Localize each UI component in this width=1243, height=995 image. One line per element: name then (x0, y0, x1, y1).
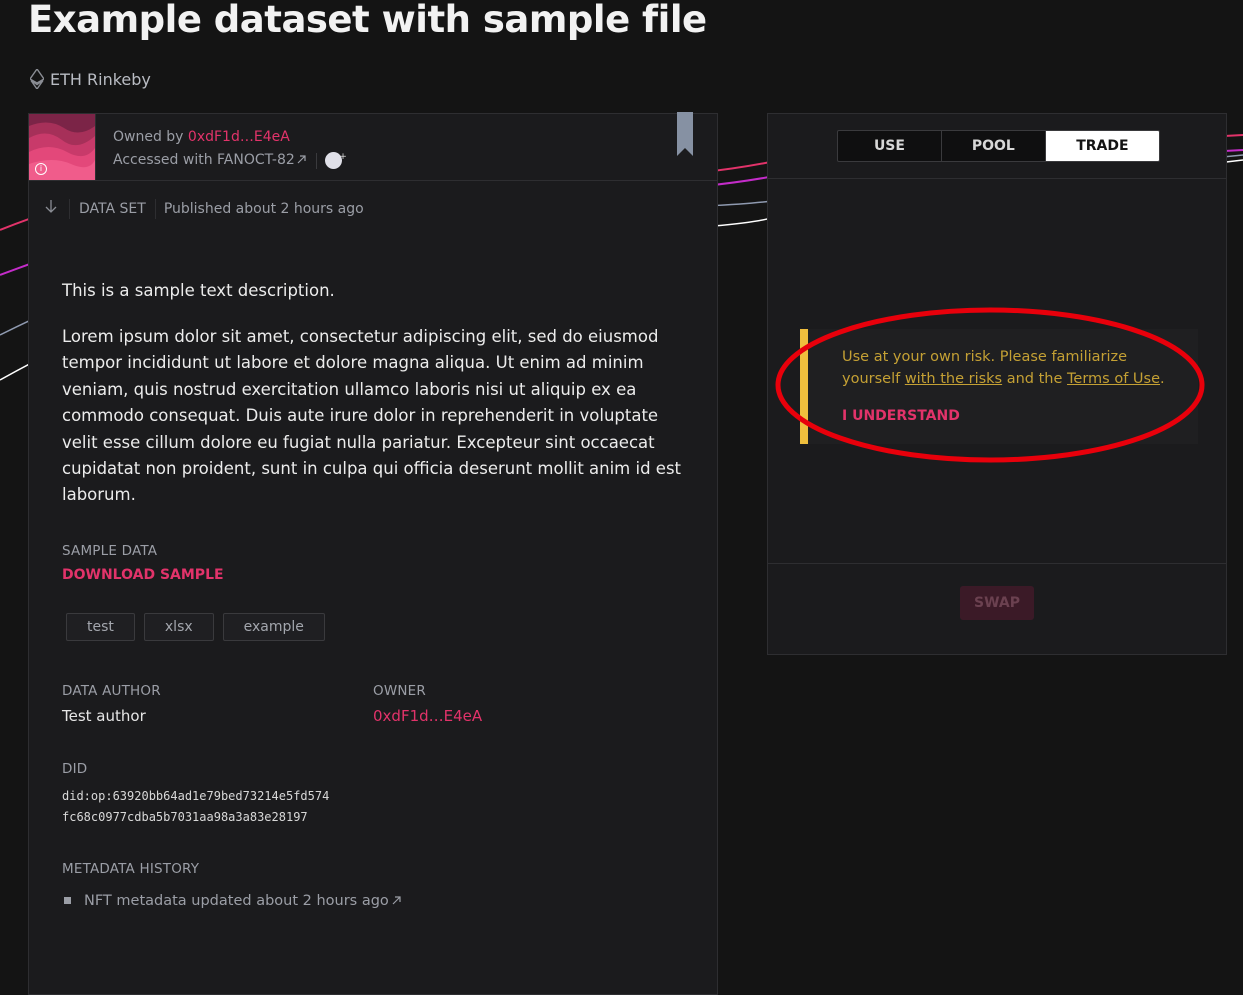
asset-details-card: i Owned by 0xdF1d…E4eA Accessed with FAN… (28, 112, 718, 995)
accessed-with-link[interactable]: Accessed with FANOCT-82 (113, 149, 295, 172)
arrow-down-icon (45, 200, 57, 218)
external-link-icon[interactable] (297, 149, 306, 172)
sample-data-label: SAMPLE DATA (62, 542, 158, 559)
asset-meta-row: DATA SET Published about 2 hours ago (29, 181, 717, 237)
tag[interactable]: test (66, 612, 135, 641)
tab-bar: USE POOL TRADE (768, 114, 1226, 179)
asset-content: This is a sample text description. Lorem… (29, 278, 717, 909)
page-title: Example dataset with sample file (28, 0, 707, 41)
did-label: DID (62, 760, 88, 777)
tag[interactable]: xlsx (143, 612, 214, 641)
authors-section: DATA AUTHOR Test author OWNER 0xdF1d…E4e… (62, 683, 684, 725)
did-line-2: fc68c0977cdba5b7031aa98a3a83e28197 (62, 809, 308, 824)
nft-badge-icon[interactable] (324, 146, 347, 169)
description-short: This is a sample text description. (62, 281, 335, 300)
trade-card: USE POOL TRADE Use at your own risk. Ple… (767, 113, 1227, 655)
data-author-label: DATA AUTHOR (62, 682, 161, 699)
network-indicator: ETH Rinkeby (30, 69, 151, 89)
tag-list: test xlsx example (66, 612, 684, 641)
history-item-text[interactable]: NFT metadata updated about 2 hours ago (84, 893, 389, 909)
swap-button[interactable]: SWAP (960, 586, 1034, 620)
external-link-icon[interactable] (392, 893, 401, 909)
bullet-icon (64, 897, 71, 905)
download-sample-button[interactable]: DOWNLOAD SAMPLE (62, 567, 684, 583)
owned-by-label: Owned by (113, 129, 184, 145)
network-name: ETH Rinkeby (50, 69, 151, 89)
tab-trade[interactable]: TRADE (1045, 131, 1159, 161)
warning-suffix: . (1160, 371, 1165, 387)
i-understand-button[interactable]: I UNDERSTAND (842, 408, 960, 424)
warning-mid: and the (1002, 371, 1068, 387)
owner-row: i Owned by 0xdF1d…E4eA Accessed with FAN… (29, 112, 717, 181)
published-date: Published about 2 hours ago (163, 201, 364, 217)
tabs: USE POOL TRADE (837, 130, 1160, 162)
tab-use[interactable]: USE (838, 131, 942, 161)
risk-warning: Use at your own risk. Please familiarize… (800, 329, 1198, 444)
asset-type: DATA SET (79, 201, 146, 217)
owner-address-link[interactable]: 0xdF1d…E4eA (188, 129, 290, 145)
metadata-history-label: METADATA HISTORY (62, 860, 200, 877)
ethereum-icon (30, 69, 44, 89)
did-line-1: did:op:63920bb64ad1e79bed73214e5fd574 (62, 788, 330, 803)
did-value: did:op:63920bb64ad1e79bed73214e5fd574 fc… (62, 786, 684, 828)
info-icon[interactable]: i (35, 163, 47, 175)
terms-of-use-link[interactable]: Terms of Use (1067, 371, 1160, 387)
owner-info: Owned by 0xdF1d…E4eA Accessed with FANOC… (96, 114, 347, 180)
risks-link[interactable]: with the risks (905, 371, 1002, 387)
data-author-value: Test author (62, 706, 146, 725)
warning-text: Use at your own risk. Please familiarize… (842, 346, 1172, 390)
owner-label: OWNER (373, 682, 426, 699)
tag[interactable]: example (222, 612, 325, 641)
divider (768, 563, 1226, 564)
description-long: Lorem ipsum dolor sit amet, consectetur … (62, 327, 682, 505)
history-item[interactable]: NFT metadata updated about 2 hours ago (62, 893, 684, 909)
owner-value-link[interactable]: 0xdF1d…E4eA (373, 707, 684, 725)
asset-thumbnail: i (29, 114, 96, 180)
tab-pool[interactable]: POOL (942, 131, 1046, 161)
bookmark-icon[interactable] (677, 112, 693, 162)
